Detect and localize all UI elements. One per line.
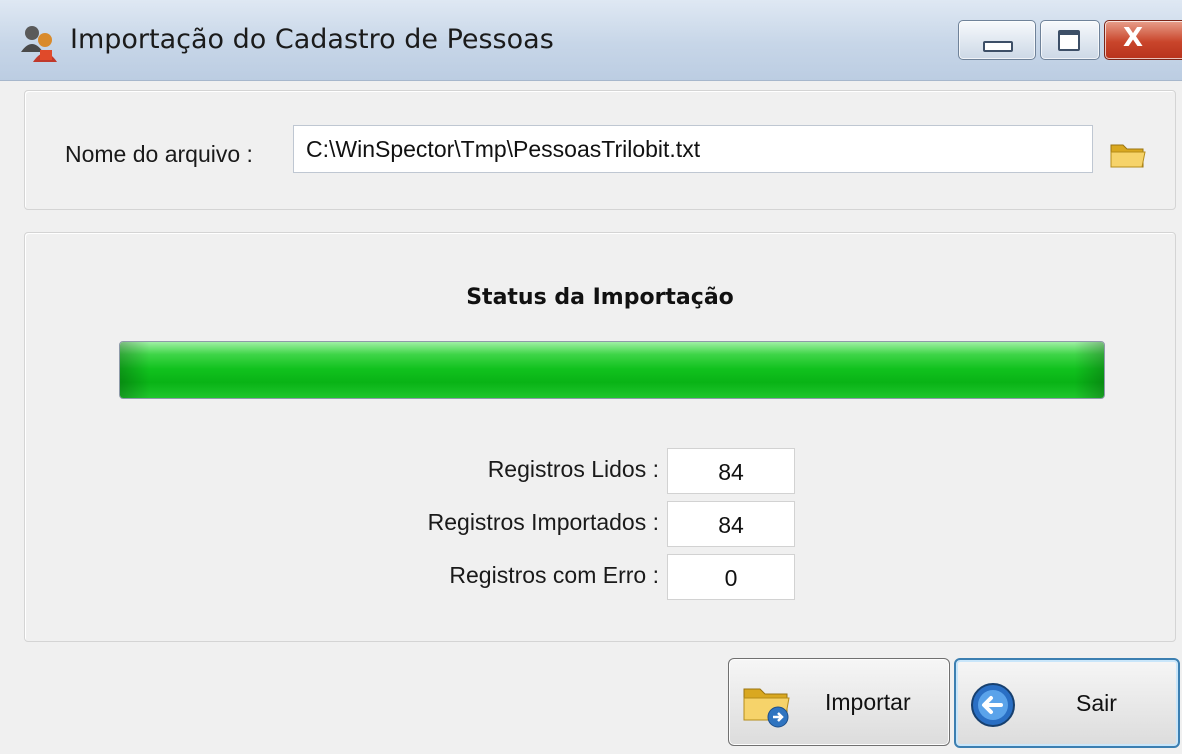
import-window: Importação do Cadastro de Pessoas X Nome… xyxy=(0,0,1182,754)
import-button[interactable]: Importar xyxy=(728,658,950,746)
records-imported-value: 84 xyxy=(667,501,795,547)
minimize-button[interactable] xyxy=(958,20,1036,60)
status-panel: Status da Importação Registros Lidos : 8… xyxy=(24,232,1176,642)
records-read-value: 84 xyxy=(667,448,795,494)
title-bar[interactable]: Importação do Cadastro de Pessoas X xyxy=(0,0,1182,81)
records-error-value: 0 xyxy=(667,554,795,600)
maximize-button[interactable] xyxy=(1040,20,1100,60)
close-icon: X xyxy=(1123,23,1144,53)
minimize-icon xyxy=(983,41,1013,52)
progress-fill xyxy=(120,342,1104,398)
records-read-label: Registros Lidos : xyxy=(487,456,659,482)
people-icon xyxy=(21,26,57,62)
exit-button[interactable]: Sair xyxy=(954,658,1180,748)
status-title: Status da Importação xyxy=(466,285,734,310)
records-imported-label: Registros Importados : xyxy=(427,509,659,535)
file-panel: Nome do arquivo : xyxy=(24,90,1176,210)
records-error-label: Registros com Erro : xyxy=(449,562,659,588)
close-button[interactable]: X xyxy=(1104,20,1182,60)
exit-arrow-icon xyxy=(971,683,1015,727)
file-path-input[interactable] xyxy=(293,125,1093,173)
import-progress-bar xyxy=(119,341,1105,399)
file-name-label: Nome do arquivo : xyxy=(65,141,253,167)
import-folder-icon xyxy=(743,688,790,728)
maximize-icon xyxy=(1058,30,1080,51)
folder-icon[interactable] xyxy=(1109,139,1147,169)
import-button-label: Importar xyxy=(825,689,911,715)
window-title: Importação do Cadastro de Pessoas xyxy=(70,24,554,55)
exit-button-label: Sair xyxy=(1076,690,1117,716)
